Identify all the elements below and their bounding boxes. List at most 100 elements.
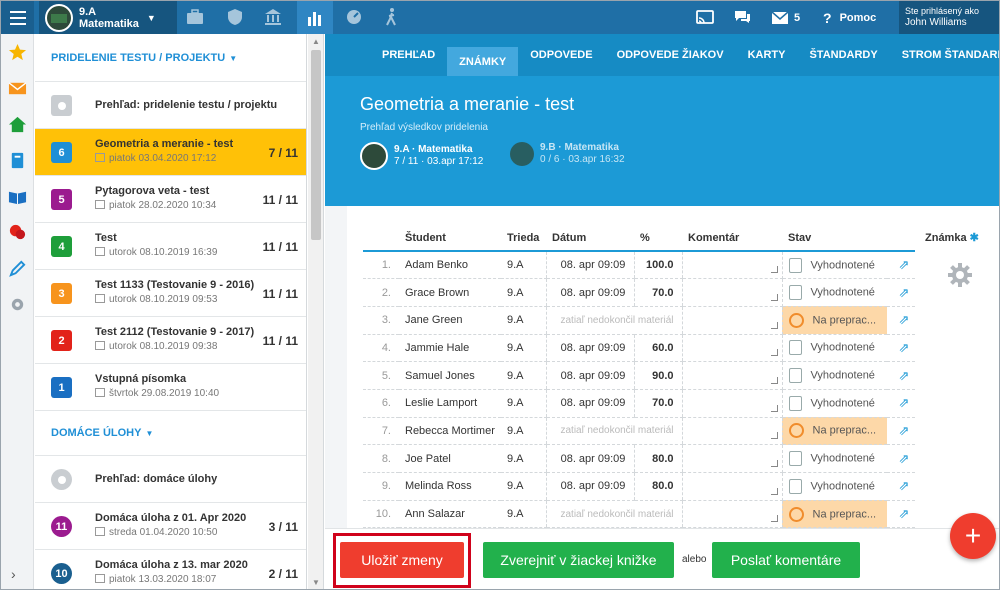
help-label: Pomoc <box>839 11 877 24</box>
comments-icon[interactable] <box>8 223 27 242</box>
homework-item[interactable]: 10 Domáca úloha z 13. mar 2020 piatok 13.0… <box>35 550 306 589</box>
tab-1[interactable]: ZNÁMKY <box>447 47 519 76</box>
scroll-thumb[interactable] <box>311 50 321 240</box>
scroll-down-icon[interactable]: ▼ <box>312 578 320 587</box>
student-name: Melinda Ross <box>399 472 501 501</box>
item-title: Test 1133 (Testovanie 9 - 2016) <box>95 279 255 291</box>
tests-item[interactable]: 1 Vstupná písomka štvrtok 29.08.2019 10:40 <box>35 364 306 411</box>
comment-field[interactable] <box>681 500 783 529</box>
scroll-up-icon[interactable]: ▲ <box>312 37 320 46</box>
item-title: Test <box>95 232 117 244</box>
tab-5[interactable]: ŠTANDARDY <box>797 34 889 76</box>
item-count: 11 / 11 <box>262 240 298 254</box>
comment-field[interactable] <box>681 251 783 280</box>
comment-field[interactable] <box>681 389 783 418</box>
envelope-icon <box>771 10 789 24</box>
homework-item[interactable]: 11 Domáca úloha z 01. Apr 2020 streda 01.0… <box>35 503 306 550</box>
tab-0[interactable]: PREHĽAD <box>370 34 447 76</box>
star-icon[interactable] <box>8 43 27 62</box>
home-icon[interactable] <box>8 115 27 134</box>
status-text: Vyhodnotené <box>810 369 875 382</box>
section-homework-header[interactable]: DOMÁCE ÚLOHY ▼ <box>35 411 306 456</box>
class-chip-info: 7 / 11 · 03.apr 17:12 <box>394 156 484 167</box>
external-link-icon[interactable]: ⇗ <box>887 472 915 501</box>
expand-icon[interactable]: › <box>11 566 16 582</box>
comment-field[interactable] <box>681 334 783 363</box>
publish-button[interactable]: Zverejniť v žiackej knižke <box>483 542 674 578</box>
external-link-icon[interactable]: ⇗ <box>887 444 915 473</box>
tab-3[interactable]: ODPOVEDE ŽIAKOV <box>605 34 736 76</box>
add-button[interactable]: + <box>950 513 996 559</box>
tests-item[interactable]: 4 Test utorok 08.10.2019 16:39 11 / 11 <box>35 223 306 270</box>
tab-6[interactable]: STROM ŠTANDARDOV <box>890 34 999 76</box>
comment-field[interactable] <box>681 472 783 501</box>
external-link-icon[interactable]: ⇗ <box>887 278 915 307</box>
external-link-icon[interactable]: ⇗ <box>887 500 915 529</box>
comment-field[interactable] <box>681 444 783 473</box>
col-status[interactable]: Stav <box>782 225 887 252</box>
external-link-icon[interactable]: ⇗ <box>887 306 915 335</box>
class-chip-9a[interactable]: 9.A · Matematika 7 / 11 · 03.apr 17:12 <box>360 142 483 170</box>
calendar-icon <box>95 200 105 209</box>
col-student[interactable]: Študent <box>399 225 501 252</box>
tests-item[interactable]: 5 Pytagorova veta - test piatok 28.02.2020… <box>35 176 306 223</box>
tests-item[interactable]: 3 Test 1133 (Testovanie 9 - 2016) utorok 0… <box>35 270 306 317</box>
score-percent: 60.0 <box>633 334 682 363</box>
external-link-icon[interactable]: ⇗ <box>887 417 915 446</box>
table-row: 2. Grace Brown 9.A 08. apr 09:09 70.0 Vyhodno… <box>363 278 915 307</box>
shield-icon[interactable] <box>225 7 245 27</box>
mail-icon[interactable] <box>8 79 27 98</box>
open-book-icon[interactable] <box>8 187 27 206</box>
briefcase-icon[interactable] <box>185 7 205 27</box>
pencil-icon[interactable] <box>8 259 27 278</box>
grade-settings-icon[interactable] <box>947 262 973 288</box>
help-link[interactable]: ? Pomoc <box>823 1 876 34</box>
col-class[interactable]: Trieda <box>501 225 546 252</box>
grade-header[interactable]: Známka ✱ <box>925 231 979 244</box>
overview-homework-label: Prehľad: domáce úlohy <box>95 473 218 485</box>
tab-4[interactable]: KARTY <box>736 34 798 76</box>
class-selector[interactable]: 9.A Matematika ▼ <box>39 1 177 34</box>
chat-icon[interactable] <box>732 7 752 27</box>
page-subtitle: Prehľad výsledkov pridelenia <box>360 122 488 133</box>
book-icon[interactable] <box>8 151 27 170</box>
send-comments-button[interactable]: Poslať komentáre <box>712 542 860 578</box>
comment-field[interactable] <box>681 278 783 307</box>
menu-icon[interactable] <box>1 1 34 34</box>
row-number: 1. <box>363 251 399 280</box>
save-button[interactable]: Uložiť zmeny <box>340 542 464 578</box>
col-date[interactable]: Dátum <box>546 225 634 252</box>
external-link-icon[interactable]: ⇗ <box>887 334 915 363</box>
stats-tab-highlight[interactable] <box>297 1 333 34</box>
speedometer-icon[interactable] <box>344 7 364 27</box>
item-title: Pytagorova veta - test <box>95 185 210 197</box>
institution-icon[interactable] <box>263 7 283 27</box>
status-text: Vyhodnotené <box>810 259 875 271</box>
section-tests-header[interactable]: PRIDELENIE TESTU / PROJEKTU ▼ <box>35 34 306 82</box>
comment-field[interactable] <box>681 361 783 390</box>
overview-tests[interactable]: Prehľad: pridelenie testu / projektu <box>35 82 306 129</box>
external-link-icon[interactable]: ⇗ <box>887 361 915 390</box>
messages[interactable]: 5 <box>771 1 800 34</box>
comment-field[interactable] <box>681 417 783 446</box>
table-row: 9. Melinda Ross 9.A 08. apr 09:09 80.0 Vyhodn… <box>363 472 915 501</box>
overview-homework[interactable]: Prehľad: domáce úlohy <box>35 456 306 503</box>
col-pct[interactable]: % <box>634 225 682 252</box>
walking-icon[interactable] <box>382 7 402 27</box>
gear-icon[interactable] <box>8 295 27 314</box>
logged-as-label: Ste prihlásený ako <box>905 6 980 16</box>
user-menu[interactable]: Ste prihlásený ako John Williams <box>899 1 999 34</box>
tests-item[interactable]: 2 Test 2112 (Testovanie 9 - 2017) utorok 0… <box>35 317 306 364</box>
cast-icon[interactable] <box>695 7 715 27</box>
status-text: Na preprac... <box>812 314 877 327</box>
external-link-icon[interactable]: ⇗ <box>887 389 915 418</box>
student-class: 9.A <box>501 278 546 307</box>
class-chip-9b[interactable]: 9.B · Matematika 0 / 6 · 03.apr 16:32 <box>510 142 625 166</box>
top-bar: 9.A Matematika ▼ 5 ? Pomoc Ste prihlásený… <box>1 1 999 34</box>
external-link-icon[interactable]: ⇗ <box>887 251 915 280</box>
sidebar-scrollbar[interactable]: ▲ ▼ <box>308 34 324 589</box>
tests-item[interactable]: 6 Geometria a meranie - test piatok 03.04.… <box>35 129 306 176</box>
comment-field[interactable] <box>681 306 783 335</box>
tab-2[interactable]: ODPOVEDE <box>518 34 604 76</box>
number-badge: 2 <box>51 330 72 351</box>
